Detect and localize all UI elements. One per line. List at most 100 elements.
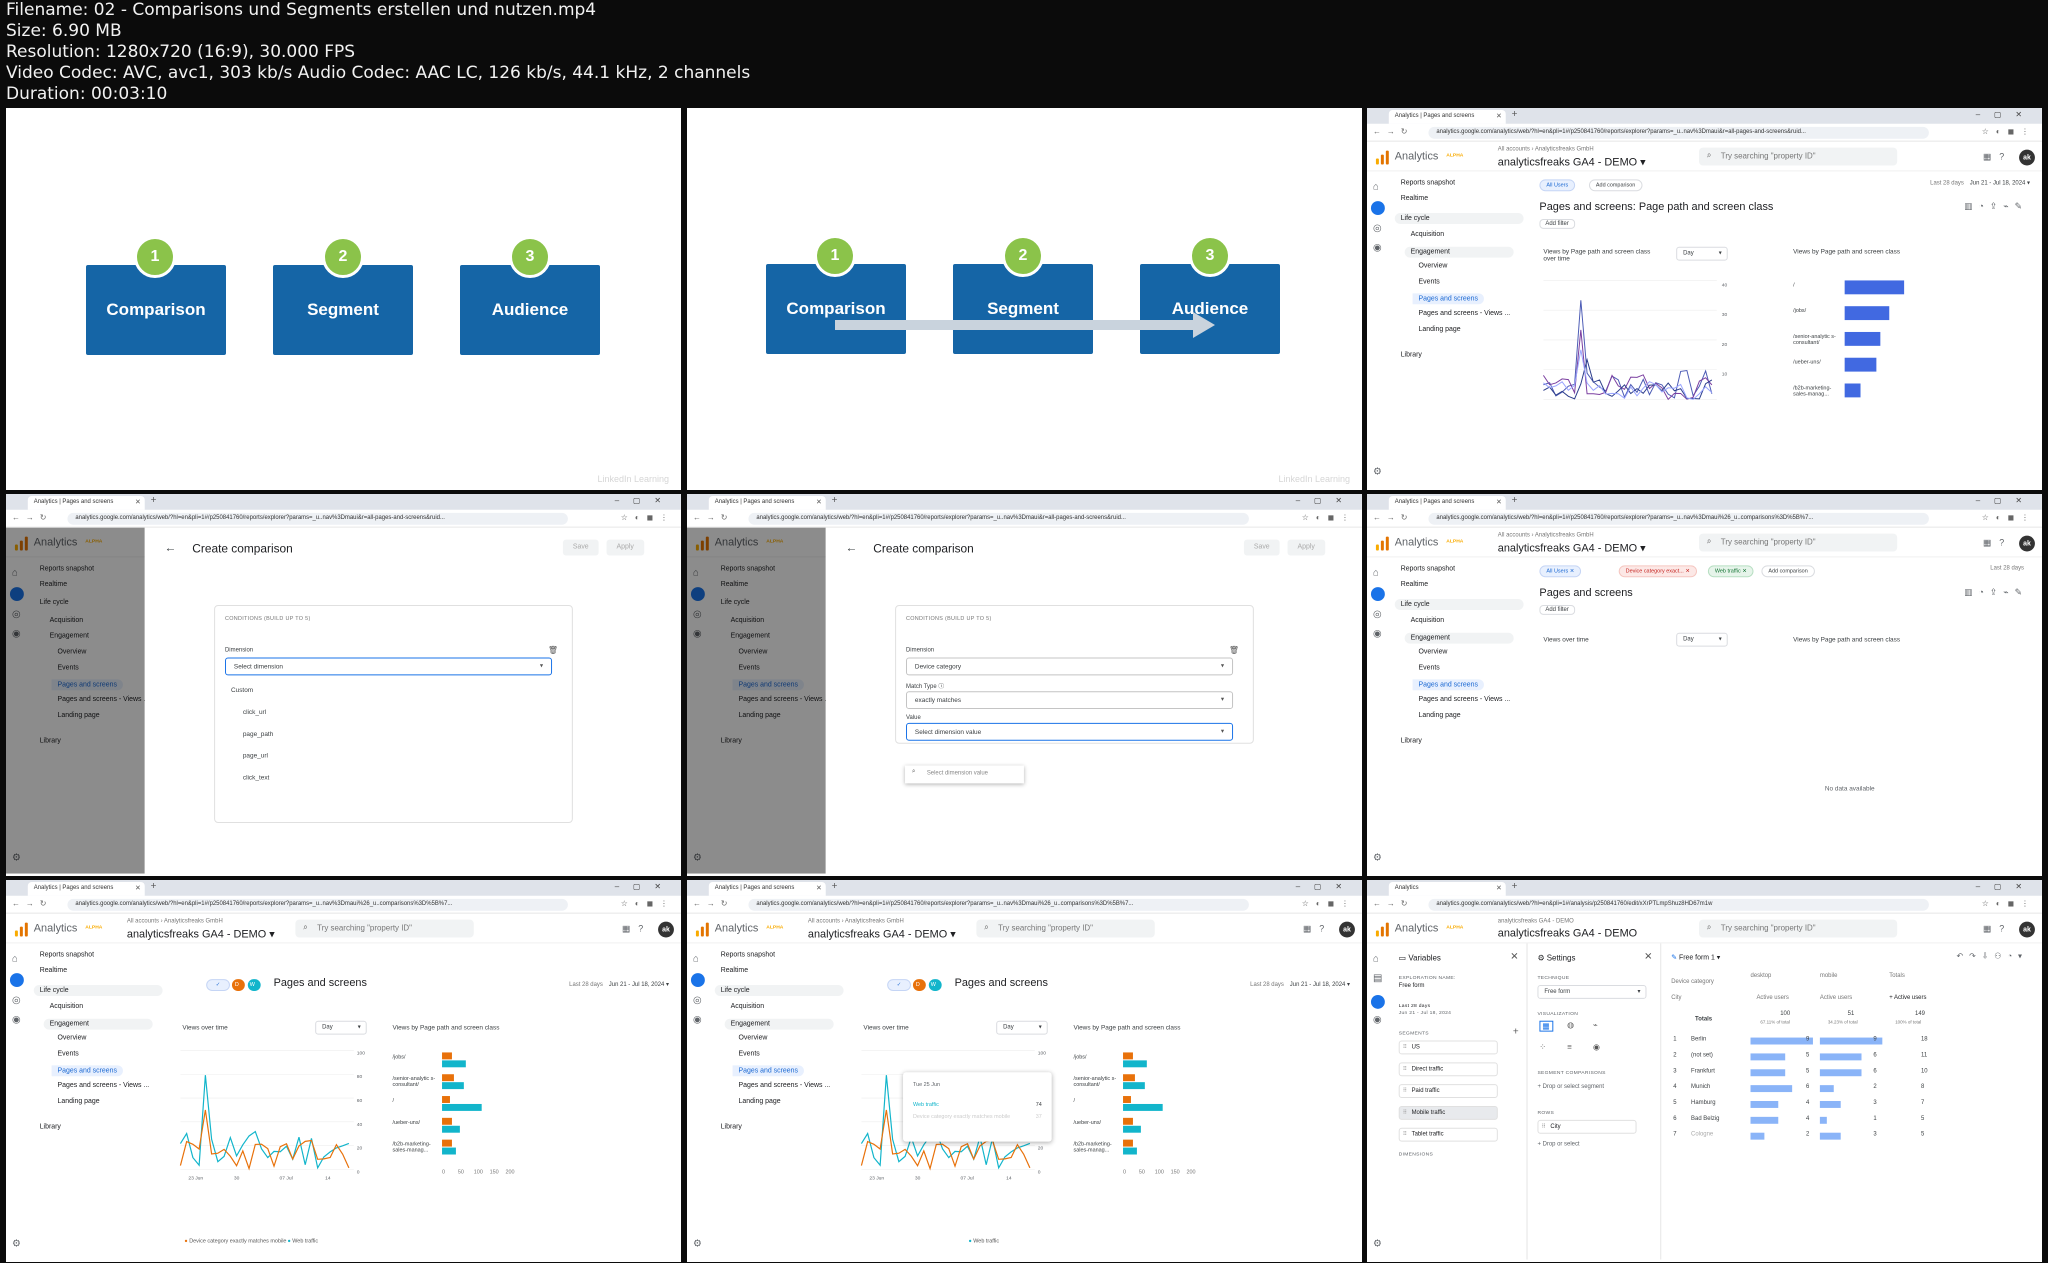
breadcrumb[interactable]: All accounts › Analyticsfreaks GmbH (1498, 147, 1594, 153)
reports-icon[interactable] (690, 973, 705, 988)
date-label[interactable]: Last 28 days (1399, 1003, 1431, 1009)
window-controls[interactable]: –▢✕ (615, 882, 675, 891)
value-search-input[interactable]: ⌕ Select dimension value (905, 765, 1024, 784)
web-chip[interactable]: W (247, 979, 261, 991)
nav-buttons[interactable]: ←→↻ (1373, 899, 1413, 908)
add-comparison-button[interactable]: Add comparison (1761, 565, 1815, 578)
bar[interactable] (1123, 1096, 1131, 1103)
table-icon[interactable]: ▦ (1539, 1020, 1553, 1032)
home-icon[interactable]: ⌂ (693, 953, 699, 964)
nav-library[interactable]: Library (721, 1124, 742, 1131)
technique-dropdown[interactable]: Free form (1537, 985, 1647, 999)
advertising-icon[interactable]: ◉ (12, 1015, 21, 1026)
close-icon[interactable]: ✕ (1496, 112, 1502, 120)
home-icon[interactable]: ⌂ (1373, 567, 1379, 578)
extension-icons[interactable]: ☆◐◼⋮ (621, 899, 675, 908)
bar[interactable] (442, 1103, 482, 1111)
nav-overview[interactable]: Overview (1419, 263, 1448, 270)
nav-engagement[interactable]: Engagement (1404, 246, 1514, 258)
save-button[interactable]: Save (562, 539, 599, 556)
advertising-icon[interactable]: ◉ (1373, 629, 1382, 640)
nav-buttons[interactable]: ←→↻ (693, 513, 733, 522)
apply-button[interactable]: Apply (1287, 539, 1325, 556)
extension-icons[interactable]: ☆◐◼⋮ (1982, 899, 2036, 908)
window-controls[interactable]: –▢✕ (615, 496, 675, 505)
nav-acquisition[interactable]: Acquisition (1411, 617, 1445, 624)
comparison-toggle[interactable]: ✓ (206, 979, 230, 991)
save-button[interactable]: Save (1243, 539, 1280, 556)
close-icon[interactable]: ✕ (1644, 951, 1652, 962)
device-category-chip[interactable]: Device category exact... ✕ (1618, 565, 1697, 578)
drop-row-target[interactable]: + Drop or select (1537, 1142, 1579, 1148)
nav-engagement[interactable]: Engagement (1404, 632, 1514, 644)
granularity-dropdown[interactable]: Day (315, 1020, 367, 1035)
nav-pages-and-screens[interactable]: Pages and screens (1412, 293, 1484, 305)
geo-icon[interactable]: ◉ (1593, 1043, 1600, 1052)
bar[interactable] (1123, 1052, 1133, 1060)
advertising-icon[interactable]: ◉ (1373, 243, 1382, 254)
modal-backdrop[interactable] (687, 527, 826, 874)
window-controls[interactable]: –▢✕ (1296, 496, 1356, 505)
nav-reports-snapshot[interactable]: Reports snapshot (40, 951, 94, 958)
back-arrow-icon[interactable]: ← (165, 541, 177, 555)
browser-tab[interactable]: Analytics ✕ (1388, 881, 1506, 896)
nav-buttons[interactable]: ←→↻ (1373, 127, 1413, 136)
bar[interactable] (1123, 1139, 1133, 1147)
bar[interactable] (1123, 1082, 1145, 1090)
date-range-picker[interactable]: Last 28 days (1990, 565, 2030, 571)
nav-events[interactable]: Events (58, 1050, 79, 1057)
apply-button[interactable]: Apply (606, 539, 644, 556)
bar[interactable] (442, 1060, 466, 1068)
add-comparison-button[interactable]: Add comparison (1588, 179, 1643, 192)
reports-icon[interactable] (1370, 587, 1385, 602)
menu-item[interactable]: click_text (243, 774, 269, 781)
segment-item[interactable]: Direct traffic (1398, 1062, 1498, 1077)
donut-icon[interactable]: ◍ (1567, 1021, 1574, 1030)
dimension-select[interactable]: Select dimension (225, 657, 553, 676)
nav-events[interactable]: Events (739, 1050, 760, 1057)
explore-icon[interactable]: ◎ (1373, 223, 1382, 234)
app-icons[interactable]: ▦? (1303, 924, 1332, 935)
nav-engagement[interactable]: Engagement (43, 1018, 153, 1030)
segment-item[interactable]: Mobile traffic (1398, 1105, 1498, 1120)
nav-landing-page[interactable]: Landing page (739, 1098, 781, 1105)
nav-realtime[interactable]: Realtime (40, 967, 67, 974)
granularity-dropdown[interactable]: Day (1676, 246, 1728, 261)
bar[interactable] (1844, 383, 1861, 398)
nav-reports-snapshot[interactable]: Reports snapshot (1401, 179, 1455, 186)
nav-library[interactable]: Library (1401, 738, 1422, 745)
home-icon[interactable]: ⌂ (1373, 181, 1379, 192)
close-icon[interactable]: ✕ (1510, 951, 1518, 962)
date-range[interactable]: Jun 21 - Jul 18, 2024 (1399, 1010, 1452, 1016)
nav-pages-and-screens[interactable]: Pages and screens (1412, 679, 1484, 691)
nav-overview[interactable]: Overview (739, 1035, 768, 1042)
row-item-city[interactable]: City (1537, 1119, 1637, 1134)
menu-item[interactable]: Custom (231, 687, 253, 694)
url-input[interactable]: analytics.google.com/analytics/web/?hl=e… (1428, 126, 1929, 139)
nav-pages-views[interactable]: Pages and screens - Views ... (1419, 310, 1511, 317)
new-tab-icon[interactable]: + (832, 495, 838, 506)
new-tab-icon[interactable]: + (1512, 109, 1518, 120)
nav-realtime[interactable]: Realtime (721, 967, 748, 974)
line-icon[interactable]: ⌁ (1593, 1021, 1598, 1030)
avatar[interactable]: ak (2019, 149, 2035, 166)
property-selector[interactable]: analyticsfreaks GA4 - DEMO ▾ (127, 928, 275, 941)
comparison-toggle[interactable]: ✓ (887, 979, 911, 991)
avatar[interactable]: ak (1339, 921, 1355, 938)
device-chip[interactable]: D (912, 979, 926, 991)
gear-icon[interactable]: ⚙ (12, 1239, 21, 1250)
breadcrumb[interactable]: All accounts › Analyticsfreaks GmbH (127, 919, 223, 925)
close-icon[interactable]: ✕ (816, 498, 822, 506)
segment-item[interactable]: US (1398, 1040, 1498, 1055)
search-input[interactable]: ⌕ Try searching "property ID" (1698, 533, 1898, 552)
nav-buttons[interactable]: ←→↻ (693, 899, 733, 908)
close-icon[interactable]: ✕ (816, 884, 822, 892)
device-chip[interactable]: D (231, 979, 245, 991)
bar[interactable] (442, 1125, 460, 1133)
match-type-select[interactable]: exactly matches (906, 691, 1234, 710)
delete-icon[interactable]: 🗑 (548, 646, 558, 655)
breadcrumb[interactable]: All accounts › Analyticsfreaks GmbH (808, 919, 904, 925)
search-input[interactable]: ⌕ Try searching "property ID" (295, 919, 474, 938)
gear-icon[interactable]: ⚙ (1373, 1239, 1382, 1250)
nav-realtime[interactable]: Realtime (1401, 195, 1428, 202)
